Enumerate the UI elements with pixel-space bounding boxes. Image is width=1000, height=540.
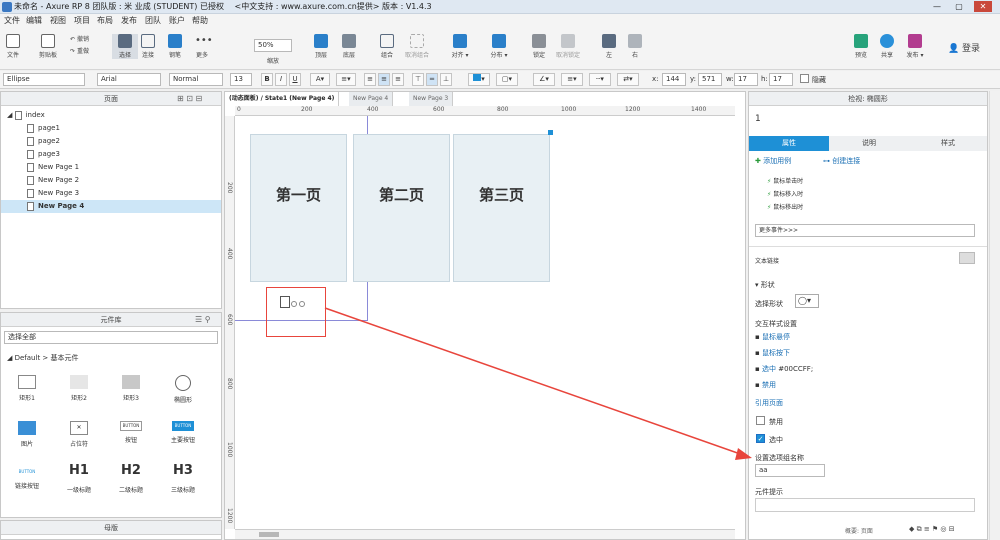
arrow-line — [324, 307, 747, 457]
arrow-head-icon — [735, 448, 752, 460]
annotation-arrow — [324, 307, 752, 460]
